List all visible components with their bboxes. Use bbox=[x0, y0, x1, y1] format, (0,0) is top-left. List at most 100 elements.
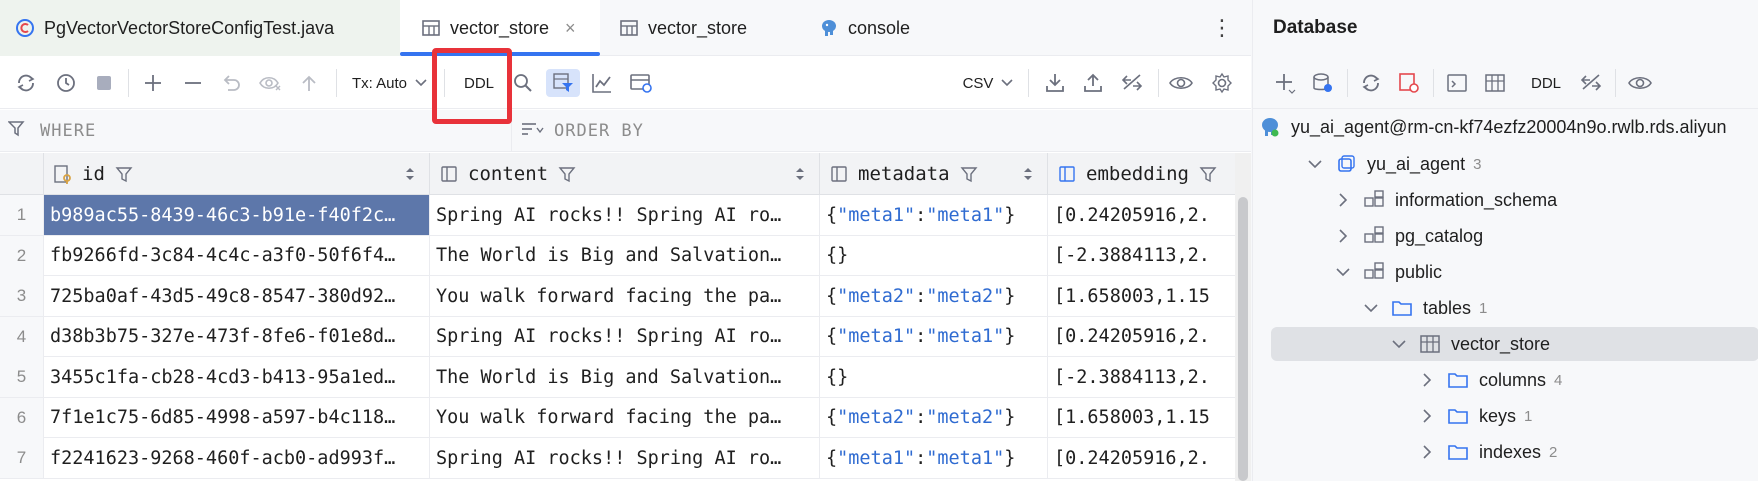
cell-id[interactable]: 7f1e1c75-6d85-4998-a597-b4c118… bbox=[44, 397, 430, 438]
sort-arrows-icon[interactable] bbox=[795, 166, 805, 182]
cell-content[interactable]: The World is Big and Salvation… bbox=[430, 357, 820, 397]
tree-keys-folder[interactable]: keys 1 bbox=[1417, 399, 1532, 433]
cell-id[interactable]: b989ac55-8439-46c3-b91e-f40f2c… bbox=[44, 195, 430, 235]
cell-metadata[interactable]: {" meta1 ": " meta1 "} bbox=[820, 316, 1048, 357]
tab-vector-store[interactable]: vector_store bbox=[600, 0, 800, 56]
add-row-icon[interactable] bbox=[140, 69, 166, 97]
cell-id[interactable]: f2241623-9268-460f-acb0-ad993f… bbox=[44, 438, 430, 478]
row-number[interactable]: 6 bbox=[0, 397, 44, 438]
sort-arrows-icon[interactable] bbox=[405, 166, 415, 182]
chevron-right-icon[interactable] bbox=[1417, 442, 1437, 462]
tree-tables-folder[interactable]: tables 1 bbox=[1361, 291, 1487, 325]
jump-to-console-icon[interactable] bbox=[1443, 69, 1471, 97]
cell-content[interactable]: You walk forward facing the pa… bbox=[430, 276, 820, 316]
orderby-input[interactable]: ORDER BY bbox=[520, 110, 644, 152]
row-number[interactable]: 4 bbox=[0, 316, 44, 357]
chevron-down-icon[interactable] bbox=[1389, 334, 1409, 354]
cell-content[interactable]: You walk forward facing the pa… bbox=[430, 397, 820, 438]
view-options-icon[interactable] bbox=[1625, 69, 1655, 97]
cell-metadata[interactable]: {" meta1 ": " meta1 "} bbox=[820, 195, 1048, 235]
table-row[interactable]: 3 725ba0af-43d5-49c8-8547-380d92… You walk… bbox=[0, 276, 1235, 317]
cell-embedding[interactable]: [1.658003,1.15 bbox=[1048, 276, 1235, 316]
table-row[interactable]: 7 f2241623-9268-460f-acb0-ad993f… Spring A… bbox=[0, 438, 1235, 479]
compare-icon[interactable] bbox=[1118, 69, 1146, 97]
cell-metadata[interactable]: {} bbox=[820, 235, 1048, 276]
tree-schema-information-schema[interactable]: information_schema bbox=[1333, 183, 1557, 217]
search-icon[interactable] bbox=[510, 69, 536, 97]
cell-metadata[interactable]: {} bbox=[820, 357, 1048, 397]
ddl-button[interactable]: DDL bbox=[1523, 69, 1569, 97]
cell-content[interactable]: Spring AI rocks!! Spring AI ro… bbox=[430, 438, 820, 478]
history-icon[interactable] bbox=[52, 69, 80, 97]
chart-icon[interactable] bbox=[588, 69, 616, 97]
cell-content[interactable]: The World is Big and Salvation… bbox=[430, 235, 820, 276]
close-icon[interactable]: × bbox=[565, 18, 576, 39]
cell-embedding[interactable]: [0.24205916,2. bbox=[1048, 438, 1235, 478]
table-row[interactable]: 4 d38b3b75-327e-473f-8fe6-f01e8d… Spring A… bbox=[0, 316, 1235, 357]
cell-embedding[interactable]: [1.658003,1.15 bbox=[1048, 398, 1235, 438]
chevron-down-icon[interactable] bbox=[1333, 262, 1353, 282]
row-number[interactable]: 1 bbox=[0, 195, 44, 235]
row-number[interactable]: 7 bbox=[0, 438, 44, 478]
table-row[interactable]: 5 3455c1fa-cb28-4cd3-b413-95a1ed… The Worl… bbox=[0, 357, 1235, 398]
cell-content[interactable]: Spring AI rocks!! Spring AI ro… bbox=[430, 316, 820, 357]
submit-icon[interactable] bbox=[296, 69, 322, 97]
chevron-right-icon[interactable] bbox=[1333, 226, 1353, 246]
tree-schema-pg-catalog[interactable]: pg_catalog bbox=[1333, 219, 1483, 253]
transaction-mode-select[interactable]: Tx: Auto bbox=[352, 69, 434, 97]
column-header-id[interactable]: id bbox=[44, 153, 430, 195]
column-header-content[interactable]: content bbox=[430, 153, 820, 195]
vertical-scrollbar[interactable] bbox=[1235, 153, 1251, 481]
compare-icon[interactable] bbox=[1577, 69, 1605, 97]
row-number[interactable]: 2 bbox=[0, 235, 44, 276]
cell-metadata[interactable]: {" meta1 ": " meta1 "} bbox=[820, 438, 1048, 478]
chevron-down-icon[interactable] bbox=[1361, 298, 1381, 318]
cell-embedding[interactable]: [-2.3884113,2. bbox=[1048, 357, 1235, 397]
revert-icon[interactable] bbox=[218, 69, 244, 97]
stop-icon[interactable] bbox=[92, 69, 116, 97]
cell-embedding[interactable]: [-2.3884113,2. bbox=[1048, 236, 1235, 276]
import-icon[interactable] bbox=[1080, 69, 1106, 97]
column-filter-icon[interactable] bbox=[1199, 165, 1217, 183]
column-header-metadata[interactable]: metadata bbox=[820, 153, 1048, 195]
cell-metadata[interactable]: {" meta2 ": " meta2 "} bbox=[820, 276, 1048, 316]
filter-toggle-icon[interactable] bbox=[546, 69, 580, 97]
table-row[interactable]: 2 fb9266fd-3c84-4c4c-a3f0-50f6f4… The Worl… bbox=[0, 235, 1235, 276]
more-tabs-icon[interactable]: ⋮ bbox=[1210, 12, 1234, 44]
row-number[interactable]: 3 bbox=[0, 276, 44, 316]
chevron-right-icon[interactable] bbox=[1333, 190, 1353, 210]
scrollbar-thumb[interactable] bbox=[1238, 197, 1248, 481]
add-icon[interactable] bbox=[1271, 69, 1299, 97]
tab-console[interactable]: console bbox=[800, 0, 1000, 56]
tree-columns-folder[interactable]: columns 4 bbox=[1417, 363, 1562, 397]
table-row[interactable]: 1 b989ac55-8439-46c3-b91e-f40f2c… Spring A… bbox=[0, 195, 1235, 236]
tab-java-file[interactable]: PgVectorVectorStoreConfigTest.java bbox=[0, 0, 400, 56]
column-filter-icon[interactable] bbox=[960, 165, 978, 183]
export-icon[interactable] bbox=[1042, 69, 1068, 97]
cell-id[interactable]: d38b3b75-327e-473f-8fe6-f01e8d… bbox=[44, 316, 430, 357]
tree-schema-public[interactable]: public bbox=[1333, 255, 1442, 289]
cell-id[interactable]: 3455c1fa-cb28-4cd3-b413-95a1ed… bbox=[44, 357, 430, 397]
column-filter-icon[interactable] bbox=[558, 165, 576, 183]
view-settings-icon[interactable] bbox=[626, 69, 656, 97]
cell-embedding[interactable]: [0.24205916,2. bbox=[1048, 195, 1235, 235]
row-number[interactable]: 5 bbox=[0, 357, 44, 397]
gear-icon[interactable] bbox=[1208, 69, 1236, 97]
disconnect-icon[interactable] bbox=[1395, 69, 1423, 97]
preview-pending-changes-icon[interactable] bbox=[256, 69, 286, 97]
column-filter-icon[interactable] bbox=[115, 165, 133, 183]
refresh-icon[interactable] bbox=[1357, 69, 1385, 97]
cell-id[interactable]: 725ba0af-43d5-49c8-8547-380d92… bbox=[44, 276, 430, 316]
table-row[interactable]: 6 7f1e1c75-6d85-4998-a597-b4c118… You walk… bbox=[0, 397, 1235, 438]
data-source-properties-icon[interactable] bbox=[1309, 69, 1337, 97]
export-format-select[interactable]: CSV bbox=[960, 69, 1016, 97]
delete-row-icon[interactable] bbox=[180, 69, 206, 97]
cell-content[interactable]: Spring AI rocks!! Spring AI ro… bbox=[430, 195, 820, 235]
table-icon[interactable] bbox=[1481, 69, 1509, 97]
tree-connection[interactable]: yu_ai_agent@rm-cn-kf74ezfz20004n9o.rwlb.… bbox=[1259, 110, 1727, 144]
refresh-icon[interactable] bbox=[12, 69, 40, 97]
view-icon[interactable] bbox=[1166, 69, 1196, 97]
column-header-embedding[interactable]: embedding bbox=[1048, 153, 1235, 195]
tree-database[interactable]: yu_ai_agent 3 bbox=[1305, 147, 1481, 181]
tree-indexes-folder[interactable]: indexes 2 bbox=[1417, 435, 1557, 469]
